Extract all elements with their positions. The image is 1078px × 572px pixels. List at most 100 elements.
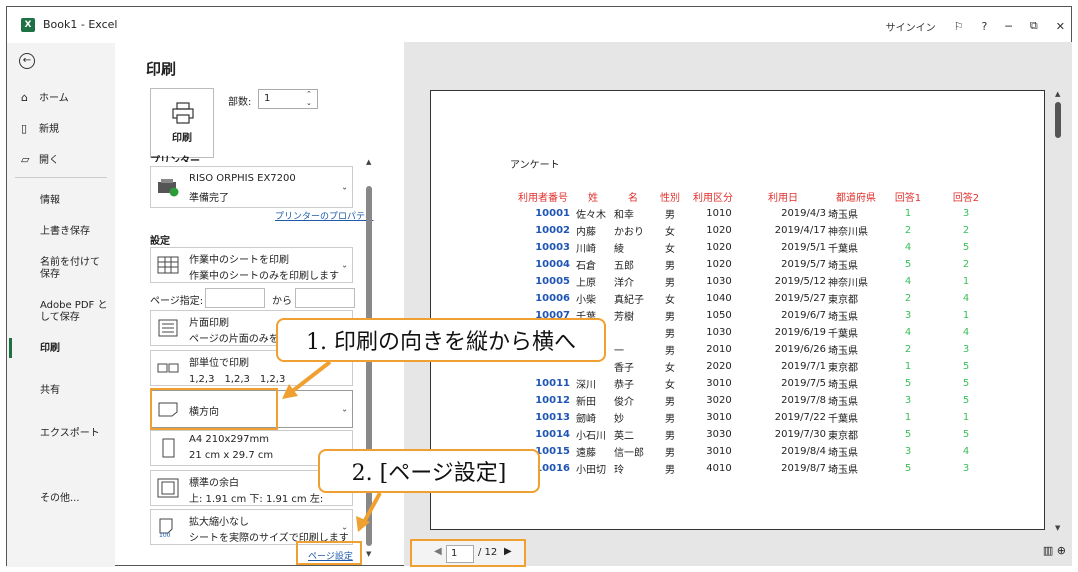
scroll-up-icon[interactable]: ▲	[366, 158, 371, 166]
table-cell: 10014	[535, 429, 570, 440]
table-cell: 女	[665, 363, 675, 374]
margins-title: 標準の余白	[189, 478, 239, 489]
preview-scroll-thumb[interactable]	[1055, 102, 1061, 138]
settings-section-label: 設定	[150, 236, 170, 247]
restore-button[interactable]: ⧉	[1030, 19, 1038, 33]
show-margins-icon[interactable]: ▥	[1043, 544, 1053, 557]
nav-save-as[interactable]: 名前を付けて保存	[40, 257, 106, 281]
table-cell: 男	[665, 397, 675, 408]
coauthor-icon[interactable]: ⚐	[954, 20, 964, 33]
table-cell: 2019/8/4	[781, 446, 826, 457]
orientation-highlight	[150, 388, 278, 430]
col-header: 性別	[660, 193, 680, 204]
table-cell: 女	[665, 227, 675, 238]
table-cell: 千葉県	[828, 244, 858, 255]
paper-icon	[162, 438, 175, 458]
table-cell: 2019/8/7	[781, 463, 826, 474]
table-cell: 玲	[614, 465, 624, 476]
table-cell: 1	[904, 361, 912, 372]
table-row: 10013 劒崎 妙 男 3010 2019/7/22 千葉県 1 1	[512, 409, 1002, 426]
table-cell: 2019/5/7	[781, 259, 826, 270]
nav-save-as-pdf[interactable]: Adobe PDF として保存	[40, 300, 110, 324]
nav-save[interactable]: 上書き保存	[40, 226, 90, 238]
scroll-up-icon[interactable]: ▲	[1055, 90, 1060, 98]
scroll-down-icon[interactable]: ▼	[366, 550, 371, 558]
table-cell: 内藤	[576, 227, 596, 238]
table-cell: 1	[904, 208, 912, 219]
scaling-title: 拡大縮小なし	[189, 517, 249, 528]
scaling-select[interactable]: 100 拡大縮小なし シートを実際のサイズで印刷します ⌄	[150, 509, 353, 545]
table-cell: 3010	[706, 378, 732, 389]
title-bar: X Book1 - Excel サインイン ⚐ ? ─ ⧉ ✕	[7, 7, 1071, 43]
table-cell: 10004	[535, 259, 570, 270]
table-cell: 2019/5/27	[774, 293, 826, 304]
table-cell: 佐々木	[576, 210, 606, 221]
table-cell: 上原	[576, 278, 596, 289]
scaling-icon: 100	[159, 518, 173, 537]
table-cell: 3	[904, 310, 912, 321]
print-scope-select[interactable]: 作業中のシートを印刷 作業中のシートのみを印刷します ⌄	[150, 247, 353, 283]
nav-export[interactable]: エクスポート	[40, 428, 100, 440]
print-button[interactable]: 印刷	[150, 88, 214, 158]
nav-open[interactable]: ▱ 開く	[21, 151, 59, 166]
table-cell: 2	[904, 344, 912, 355]
preview-scrollbar[interactable]: ▲ ▼	[1055, 90, 1063, 532]
pages-from-input[interactable]	[205, 288, 265, 308]
table-cell: 2	[962, 225, 970, 236]
table-cell: 男	[665, 465, 675, 476]
table-cell: 洋介	[614, 278, 634, 289]
table-cell: 10005	[535, 276, 570, 287]
close-button[interactable]: ✕	[1056, 20, 1065, 33]
table-cell: 五郎	[614, 261, 634, 272]
nav-print[interactable]: 印刷	[40, 343, 60, 355]
table-cell: 10001	[535, 208, 570, 219]
active-indicator	[9, 338, 12, 358]
table-row: 10001 佐々木 和幸 男 1010 2019/4/3 埼玉県 1 3	[512, 205, 1002, 222]
table-cell: 女	[665, 295, 675, 306]
table-row: 10016 小田切玲男 4010 2019/8/7 埼玉県 5 3	[512, 460, 1002, 477]
prev-page-icon[interactable]: ◀	[434, 546, 442, 557]
pages-to-input[interactable]	[295, 288, 355, 308]
table-cell: 5	[904, 259, 912, 270]
table-cell: 男	[665, 329, 675, 340]
minimize-button[interactable]: ─	[1005, 20, 1012, 33]
nav-new[interactable]: ▯ 新規	[21, 120, 59, 135]
zoom-to-page-icon[interactable]: ⊕	[1057, 544, 1066, 557]
print-button-label: 印刷	[172, 133, 192, 144]
table-cell: 小柴	[576, 295, 596, 306]
scroll-down-icon[interactable]: ▼	[1055, 524, 1060, 532]
copies-spinner[interactable]: ⌃ ⌄	[306, 90, 312, 108]
table-cell: 埼玉県	[828, 397, 858, 408]
help-button[interactable]: ?	[981, 20, 987, 33]
next-page-icon[interactable]: ▶	[504, 546, 512, 557]
table-cell: 5	[962, 429, 970, 440]
col-header: 利用者番号	[518, 193, 568, 204]
chevron-down-icon: ⌄	[341, 522, 348, 532]
nav-share[interactable]: 共有	[40, 385, 60, 397]
nav-info[interactable]: 情報	[40, 195, 60, 207]
sign-in-button[interactable]: サインイン	[886, 19, 936, 34]
nav-more[interactable]: その他...	[40, 493, 80, 505]
margins-desc: 上: 1.91 cm 下: 1.91 cm 左:	[189, 494, 324, 505]
table-cell: 2	[904, 225, 912, 236]
table-cell: 2019/6/19	[774, 327, 826, 338]
table-cell: 5	[904, 463, 912, 474]
printer-properties-link[interactable]: プリンターのプロパティ	[275, 209, 373, 222]
table-cell: 香子	[614, 363, 634, 374]
printer-select[interactable]: RISO ORPHIS EX7200 準備完了 ⌄	[150, 166, 353, 208]
col-header: 姓	[588, 193, 598, 204]
table-cell: 2019/5/1	[781, 242, 826, 253]
back-arrow-icon[interactable]: ←	[19, 53, 35, 69]
table-cell: 3030	[706, 429, 732, 440]
table-cell: 男	[665, 278, 675, 289]
table-cell: 埼玉県	[828, 380, 858, 391]
col-header: 名	[628, 193, 638, 204]
current-page-input[interactable]: 1	[446, 545, 474, 563]
table-cell: 1	[904, 412, 912, 423]
table-cell: 3	[962, 208, 970, 219]
nav-home[interactable]: ⌂ ホーム	[21, 89, 69, 104]
table-cell: 1	[962, 310, 970, 321]
table-row: 10005 上原 洋介 男 1030 2019/5/12 神奈川県 4 1	[512, 273, 1002, 290]
table-cell: 妙	[614, 414, 624, 425]
table-cell: 4010	[706, 463, 732, 474]
